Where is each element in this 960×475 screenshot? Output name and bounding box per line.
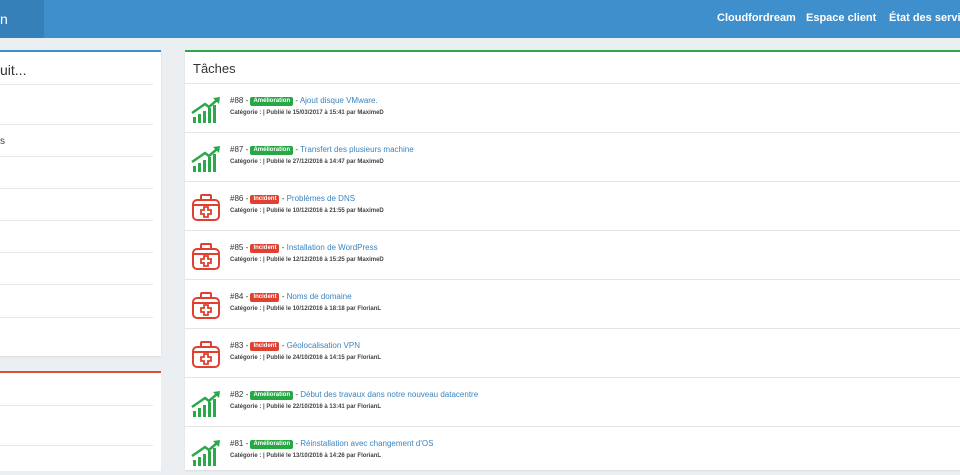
task-title-link[interactable]: Réinstallation avec changement d'OS [300, 439, 433, 448]
left-panel-secondary [0, 371, 161, 471]
task-heading: #86 - Incident - Problèmes de DNS [230, 194, 356, 204]
growth-chart-icon [191, 144, 221, 174]
task-row[interactable]: #81 - Amélioration - Réinstallation avec… [185, 426, 960, 475]
growth-chart-icon [191, 438, 221, 468]
left-menu-item-label: s [0, 136, 5, 147]
left-panel-title: uit... [0, 62, 27, 78]
task-type-badge: Amélioration [250, 97, 294, 106]
task-title-link[interactable]: Problèmes de DNS [287, 194, 355, 203]
brand-text[interactable]: n [0, 11, 8, 27]
task-heading: #81 - Amélioration - Réinstallation avec… [230, 439, 434, 449]
left-panel: uit... s [0, 50, 161, 356]
left-menu-item[interactable] [0, 220, 153, 252]
task-meta: Catégorie : | Publié le 10/12/2016 à 21:… [230, 208, 384, 214]
task-row[interactable]: #84 - Incident - Noms de domaine Catégori… [185, 279, 960, 328]
task-number: #88 - [230, 96, 249, 105]
task-number: #85 - [230, 243, 249, 252]
task-meta: Catégorie : | Publié le 12/12/2016 à 15:… [230, 257, 384, 263]
task-number: #84 - [230, 292, 249, 301]
task-type-badge: Amélioration [250, 146, 294, 155]
left-menu-item[interactable] [0, 317, 153, 349]
task-meta: Catégorie : | Publié le 22/10/2016 à 13:… [230, 404, 382, 410]
tasks-panel: Tâches #88 - Amélioration - Ajout disque… [185, 50, 960, 470]
task-number: #87 - [230, 145, 249, 154]
task-row[interactable]: #86 - Incident - Problèmes de DNS Catégor… [185, 181, 960, 230]
task-type-badge: Amélioration [250, 440, 294, 449]
left-menu-item[interactable] [0, 156, 153, 188]
divider [0, 405, 153, 406]
task-meta: Catégorie : | Publié le 24/10/2016 à 14:… [230, 355, 382, 361]
task-number: #86 - [230, 194, 249, 203]
task-heading: #83 - Incident - Géolocalisation VPN [230, 341, 360, 351]
top-navbar: n Cloudfordream Espace client État des s… [0, 0, 960, 38]
task-type-badge: Incident [250, 244, 280, 253]
task-meta: Catégorie : | Publié le 13/10/2016 à 14:… [230, 453, 382, 459]
left-menu-item[interactable] [0, 284, 153, 316]
growth-chart-icon [191, 389, 221, 419]
task-heading: #85 - Incident - Installation de WordPre… [230, 243, 378, 253]
left-menu-item[interactable] [0, 84, 153, 116]
first-aid-kit-icon [191, 291, 221, 321]
first-aid-kit-icon [191, 242, 221, 272]
task-title-link[interactable]: Transfert des plusieurs machine [300, 145, 414, 154]
task-number: #83 - [230, 341, 249, 350]
task-number: #82 - [230, 390, 249, 399]
tasks-panel-title: Tâches [193, 61, 236, 76]
divider [0, 445, 153, 446]
nav-link-etat-services[interactable]: État des services [889, 12, 960, 24]
task-heading: #87 - Amélioration - Transfert des plusi… [230, 145, 414, 155]
task-title-link[interactable]: Début des travaux dans notre nouveau dat… [300, 390, 478, 399]
task-type-badge: Amélioration [250, 391, 294, 400]
task-meta: Catégorie : | Publié le 27/12/2016 à 14:… [230, 159, 384, 165]
nav-link-espace-client[interactable]: Espace client [806, 12, 876, 24]
task-meta: Catégorie : | Publié le 15/03/2017 à 15:… [230, 110, 384, 116]
growth-chart-icon [191, 95, 221, 125]
task-type-badge: Incident [250, 342, 280, 351]
task-title-link[interactable]: Noms de domaine [287, 292, 352, 301]
task-row[interactable]: #87 - Amélioration - Transfert des plusi… [185, 132, 960, 181]
left-menu-item[interactable] [0, 188, 153, 220]
task-meta: Catégorie : | Publié le 10/12/2016 à 18:… [230, 306, 382, 312]
task-title-link[interactable]: Géolocalisation VPN [287, 341, 360, 350]
nav-link-cloudfordream[interactable]: Cloudfordream [717, 12, 796, 24]
task-type-badge: Incident [250, 293, 280, 302]
task-type-badge: Incident [250, 195, 280, 204]
first-aid-kit-icon [191, 193, 221, 223]
left-menu-item[interactable]: s [0, 124, 153, 156]
task-heading: #88 - Amélioration - Ajout disque VMware… [230, 96, 378, 106]
left-menu-item[interactable] [0, 252, 153, 284]
task-row[interactable]: #82 - Amélioration - Début des travaux d… [185, 377, 960, 426]
task-title-link[interactable]: Installation de WordPress [287, 243, 378, 252]
task-heading: #84 - Incident - Noms de domaine [230, 292, 352, 302]
task-row[interactable]: #88 - Amélioration - Ajout disque VMware… [185, 83, 960, 132]
first-aid-kit-icon [191, 340, 221, 370]
brand-logo[interactable]: n [0, 0, 44, 38]
task-row[interactable]: #85 - Incident - Installation de WordPre… [185, 230, 960, 279]
task-number: #81 - [230, 439, 249, 448]
task-title-link[interactable]: Ajout disque VMware. [300, 96, 378, 105]
task-heading: #82 - Amélioration - Début des travaux d… [230, 390, 479, 400]
task-row[interactable]: #83 - Incident - Géolocalisation VPN Caté… [185, 328, 960, 377]
